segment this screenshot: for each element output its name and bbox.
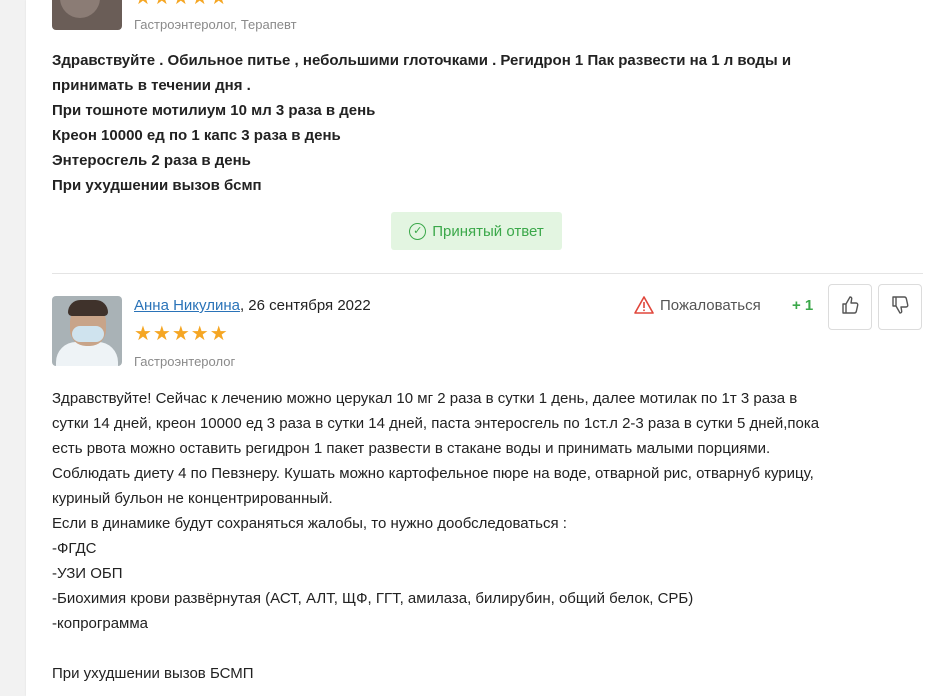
- answers-card: ★★★★★ Гастроэнтеролог, Терапевт Здравств…: [26, 0, 936, 696]
- answer-line: куриный бульон не концентрированный.: [52, 490, 333, 507]
- answer-line: Энтеросгель 2 раза в день: [52, 152, 251, 169]
- answer-line: есть рвота можно оставить регидрон 1 пак…: [52, 440, 771, 457]
- author-name-link[interactable]: Анна Никулина: [134, 297, 240, 314]
- thumbs-up-icon: [840, 295, 860, 320]
- complain-label: Пожаловаться: [660, 296, 761, 314]
- divider: [52, 273, 923, 274]
- answer-text: Здравствуйте . Обильное питье , небольши…: [52, 48, 912, 198]
- thumbs-up-button[interactable]: [828, 284, 872, 330]
- check-circle-icon: ✓: [409, 222, 427, 240]
- answer-line: принимать в течении дня .: [52, 77, 251, 94]
- answer-line: Здравствуйте! Сейчас к лечению можно цер…: [52, 390, 798, 407]
- answer-text: Здравствуйте! Сейчас к лечению можно цер…: [52, 386, 912, 686]
- answer-line: При ухудшении вызов бсмп: [52, 177, 262, 194]
- doctor-specialty: Гастроэнтеролог, Терапевт: [134, 17, 297, 32]
- answer-line: При ухудшении вызов БСМП: [52, 665, 254, 682]
- answer-line: Если в динамике будут сохраняться жалобы…: [52, 515, 567, 532]
- doctor-avatar[interactable]: [52, 296, 122, 366]
- answer-line: -ФГДС: [52, 540, 97, 557]
- accepted-answer-label: Принятый ответ: [432, 222, 544, 240]
- accepted-answer-badge: ✓ Принятый ответ: [391, 212, 562, 250]
- answer-line: сутки 14 дней, креон 10000 ед 3 раза в с…: [52, 415, 820, 432]
- answer-line: Соблюдать диету 4 по Певзнеру. Кушать мо…: [52, 465, 814, 482]
- thumbs-down-button[interactable]: [878, 284, 922, 330]
- thumbs-down-icon: [890, 295, 910, 320]
- answer-line: -Биохимия крови развёрнутая (АСТ, АЛТ, Щ…: [52, 590, 694, 607]
- doctor-avatar[interactable]: [52, 0, 122, 30]
- doctor-specialty: Гастроэнтеролог: [134, 354, 236, 369]
- answer-line: Здравствуйте . Обильное питье , небольши…: [52, 52, 792, 69]
- answer-line: -копрограмма: [52, 615, 148, 632]
- complain-button[interactable]: Пожаловаться: [634, 296, 761, 314]
- warning-icon: [634, 296, 654, 314]
- answer-line: Креон 10000 ед по 1 капс 3 раза в день: [52, 127, 341, 144]
- answer-date: , 26 сентября 2022: [239, 297, 371, 314]
- rating-stars: ★★★★★: [134, 0, 229, 8]
- answer-line: При тошноте мотилиум 10 мл 3 раза в день: [52, 102, 376, 119]
- answer-line: -УЗИ ОБП: [52, 565, 123, 582]
- vote-score: + 1: [792, 297, 814, 314]
- rating-stars: ★★★★★: [134, 323, 229, 345]
- author-line: Анна Никулина, 26 сентября 2022: [134, 297, 371, 314]
